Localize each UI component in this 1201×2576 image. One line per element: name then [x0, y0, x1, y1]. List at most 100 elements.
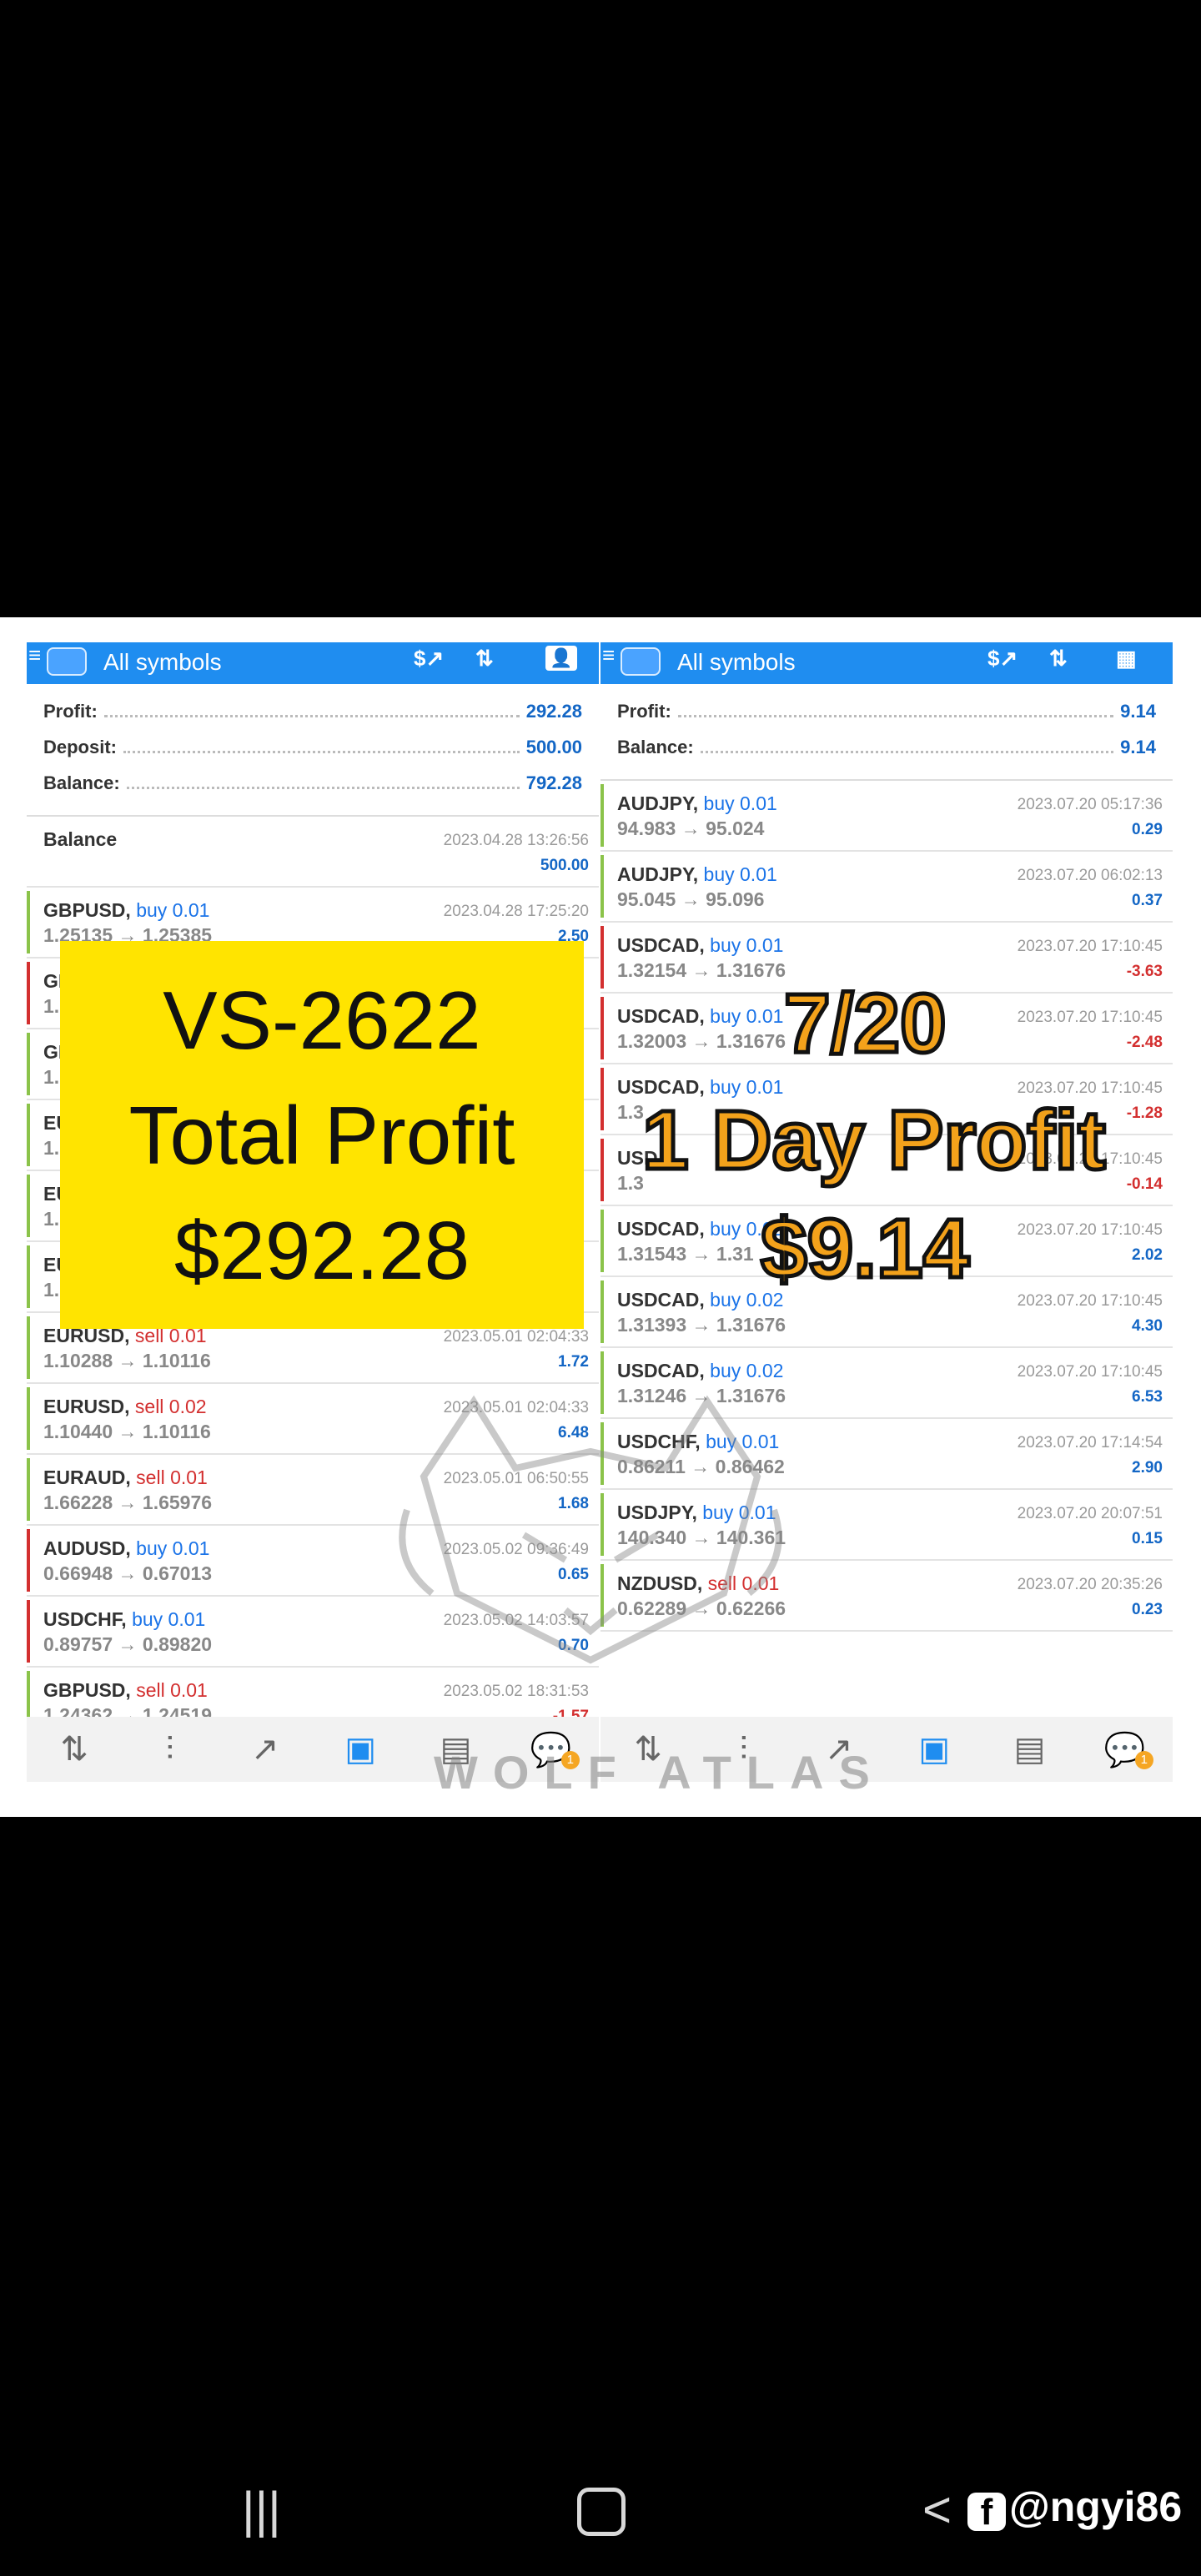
trade-time: 2023.07.20 17:10:45 [1017, 1363, 1163, 1381]
trade-direction-bar [600, 997, 604, 1059]
trade-direction-bar [27, 1600, 30, 1663]
total-profit-banner: VS-2622 Total Profit $292.28 [60, 941, 584, 1329]
trade-price: 1.31393 → 1.31676 [617, 1314, 786, 1336]
trade-symbol: GBPUSD, buy 0.01 [43, 899, 210, 921]
banner-amount: $292.28 [173, 1204, 470, 1296]
news-icon[interactable]: ▤ [1004, 1730, 1054, 1768]
left-symbols-title[interactable]: All symbols [103, 649, 222, 676]
history-icon[interactable]: ▣ [909, 1730, 959, 1768]
account-icon[interactable]: 👤 [545, 646, 577, 671]
trade-time: 2023.07.20 17:10:45 [1017, 938, 1163, 955]
trade-direction-bar [27, 1033, 30, 1095]
trade-time: 2023.07.20 05:17:36 [1017, 796, 1163, 813]
trade-profit: 4.30 [1132, 1317, 1163, 1335]
trade-direction-bar [600, 1210, 604, 1272]
trade-symbol: USDCAD, buy 0.02 [617, 1289, 784, 1311]
trade-price: 1.32003 → 1.31676 [617, 1030, 786, 1052]
trade-price: 1.10440 → 1.10116 [43, 1421, 211, 1442]
sort-icon[interactable]: ⇅ [475, 646, 494, 672]
summary-value: 792.28 [525, 772, 582, 793]
trade-time: 2023.07.20 17:14:54 [1017, 1434, 1163, 1452]
trade-row[interactable]: AUDJPY, buy 0.01 94.983 → 95.024 2023.07.2… [600, 781, 1173, 852]
app-logo [47, 647, 87, 676]
overlay-amount: $9.14 [758, 1200, 971, 1298]
summary-label: Balance: [617, 737, 694, 757]
summary-row: Profit: 9.14 [617, 701, 1156, 737]
trade-side: sell 0.02 [134, 1396, 207, 1417]
back-icon[interactable]: < [922, 2481, 952, 2538]
currency-filter-icon[interactable]: $↗ [987, 646, 1018, 672]
trade-profit: -3.63 [1126, 963, 1163, 980]
trade-price: 1.66228 → 1.65976 [43, 1492, 213, 1513]
trade-profit: -0.14 [1126, 1175, 1163, 1193]
trade-symbol: AUDJPY, buy 0.01 [617, 792, 777, 814]
menu-icon[interactable]: ≡ [28, 644, 41, 666]
trade-price: 1. [43, 995, 60, 1017]
balance-value: 500.00 [540, 857, 589, 874]
trade-direction-bar [27, 1175, 30, 1237]
trade-side: buy 0.01 [710, 1005, 784, 1027]
trade-side: buy 0.01 [132, 1608, 206, 1630]
trade-side: buy 0.01 [136, 899, 210, 921]
trade-symbol: USDCAD, buy 0.02 [617, 1218, 784, 1240]
summary-row: Profit: 292.28 [43, 701, 582, 737]
overlay-date: 7/20 [782, 975, 949, 1073]
currency-filter-icon[interactable]: $↗ [414, 646, 444, 672]
trade-symbol: USDCAD, buy 0.01 [617, 934, 784, 956]
summary-label: Balance: [43, 772, 120, 793]
trade-time: 2023.07.20 20:35:26 [1017, 1576, 1163, 1593]
summary-label: Profit: [617, 701, 671, 722]
trade-price: 0.66948 → 0.67013 [43, 1562, 213, 1584]
trade-direction-bar [27, 1245, 30, 1308]
balance-row[interactable]: Balance 2023.04.28 13:26:56 500.00 [27, 817, 599, 888]
trade-direction-bar [27, 1387, 30, 1450]
recent-apps-icon[interactable]: ||| [242, 2481, 281, 2538]
trade-price: 1. [43, 1208, 60, 1230]
trade-profit: 0.15 [1132, 1530, 1163, 1547]
facebook-icon: f [967, 2493, 1006, 2533]
trade-time: 2023.07.20 17:10:45 [1017, 1221, 1163, 1239]
chart-icon[interactable]: ⫶ [144, 1731, 194, 1768]
trade-profit: -2.48 [1126, 1034, 1163, 1051]
summary-value: 9.14 [1120, 737, 1156, 757]
trade-direction-bar [27, 962, 30, 1024]
trade-side: buy 0.01 [710, 934, 784, 956]
trade-price: 1.10288 → 1.10116 [43, 1350, 211, 1371]
right-symbols-title[interactable]: All symbols [677, 649, 796, 676]
trade-direction-bar [27, 1529, 30, 1592]
home-icon[interactable] [577, 2488, 626, 2536]
messages-icon[interactable]: 💬 1 [1100, 1730, 1153, 1769]
trade-direction-bar [27, 1458, 30, 1521]
trade-direction-bar [600, 784, 604, 847]
right-summary: Profit: 9.14 Balance: 9.14 [600, 684, 1173, 781]
trade-symbol: AUDJPY, buy 0.01 [617, 863, 777, 885]
calendar-icon[interactable]: ▦ [1116, 646, 1137, 672]
trade-price: 95.045 → 95.096 [617, 888, 765, 910]
trade-price: 0.89757 → 0.89820 [43, 1633, 213, 1655]
sort-icon[interactable]: ⇅ [1049, 646, 1068, 672]
quotes-icon[interactable]: ⇅ [49, 1730, 99, 1768]
menu-icon[interactable]: ≡ [602, 644, 615, 666]
trade-icon[interactable]: ↗ [240, 1730, 290, 1768]
facebook-handle: f @ngyi86 [967, 2483, 1183, 2533]
trade-symbol: EURUSD, sell 0.02 [43, 1396, 207, 1417]
handle-text: @ngyi86 [1009, 2483, 1183, 2530]
trade-price: 1.3 [617, 1172, 644, 1194]
trade-profit: 2.02 [1132, 1246, 1163, 1264]
balance-label: Balance [43, 828, 118, 850]
summary-value: 292.28 [525, 701, 582, 722]
screenshot-frame: ≡ All symbols $↗ ⇅ 👤 Profit: 292.28 Depos… [0, 617, 1201, 1817]
trade-row[interactable]: AUDJPY, buy 0.01 95.045 → 95.096 2023.07.2… [600, 852, 1173, 923]
trade-direction-bar [600, 926, 604, 989]
trade-side: buy 0.01 [703, 863, 777, 885]
trade-profit: 0.29 [1132, 821, 1163, 838]
history-icon[interactable]: ▣ [335, 1730, 385, 1768]
overlay-caption: 1 Day Profit [641, 1092, 1108, 1190]
trade-price: 1.32154 → 1.31676 [617, 959, 786, 981]
banner-caption: Total Profit [128, 1089, 515, 1181]
summary-label: Deposit: [43, 737, 117, 757]
trade-price: 1. [43, 1066, 60, 1088]
trade-direction-bar [600, 1139, 604, 1201]
trade-price: 1.3 [617, 1101, 644, 1123]
left-app-bar: ≡ All symbols $↗ ⇅ 👤 [27, 642, 599, 684]
